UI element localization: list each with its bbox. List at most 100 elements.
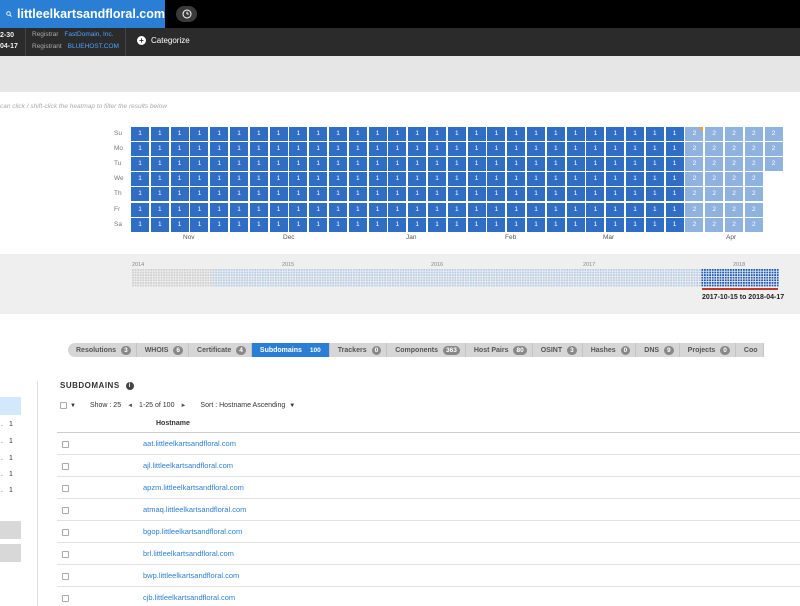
heatmap-cell[interactable]: 1 — [309, 217, 328, 232]
timeline-chart[interactable] — [0, 254, 800, 314]
heatmap-cell[interactable]: 1 — [507, 127, 526, 141]
heatmap-cell[interactable]: 1 — [546, 142, 565, 157]
heatmap-cell[interactable]: 1 — [645, 157, 664, 172]
heatmap-cell[interactable]: 2 — [685, 172, 704, 187]
heatmap-cell[interactable]: 1 — [447, 187, 466, 202]
heatmap-cell[interactable]: 1 — [170, 202, 189, 217]
heatmap-cell[interactable]: 1 — [527, 142, 545, 157]
heatmap-cell[interactable]: 2 — [705, 187, 724, 202]
heatmap-cell[interactable]: 1 — [210, 157, 229, 172]
heatmap-cell[interactable]: 1 — [329, 187, 347, 202]
heatmap-cell[interactable]: 1 — [230, 157, 248, 172]
heatmap-cell[interactable]: 1 — [626, 202, 644, 217]
heatmap-cell[interactable]: 1 — [507, 187, 526, 202]
heatmap-cell[interactable]: 1 — [388, 187, 407, 202]
heatmap-cell[interactable]: 1 — [527, 157, 545, 172]
heatmap-cell[interactable]: 2 — [725, 202, 743, 217]
heatmap-cell[interactable]: 1 — [626, 217, 644, 232]
heatmap-cell[interactable]: 1 — [487, 202, 506, 217]
tab-projects[interactable]: Projects 0 — [679, 343, 736, 357]
heatmap-cell[interactable]: 1 — [131, 187, 149, 202]
heatmap-cell[interactable]: 1 — [566, 127, 585, 141]
heatmap-cell[interactable]: 1 — [428, 157, 446, 172]
heatmap-cell[interactable]: 1 — [447, 127, 466, 141]
heatmap-cell[interactable]: 1 — [269, 127, 288, 141]
heatmap-cell[interactable]: 1 — [428, 187, 446, 202]
sidebar-button[interactable] — [0, 544, 21, 562]
hostname-link[interactable]: ajl.littleelkartsandfloral.com — [143, 461, 233, 470]
heatmap-cell[interactable]: 1 — [230, 142, 248, 157]
heatmap-cell[interactable]: 1 — [269, 142, 288, 157]
heatmap-cell[interactable]: 1 — [447, 157, 466, 172]
heatmap-cell[interactable]: 1 — [269, 172, 288, 187]
heatmap-cell[interactable]: 1 — [428, 172, 446, 187]
heatmap-cell[interactable]: 1 — [665, 157, 684, 172]
heatmap-cell[interactable]: 1 — [487, 157, 506, 172]
heatmap-cell[interactable]: 1 — [428, 217, 446, 232]
heatmap-cell[interactable]: 1 — [170, 187, 189, 202]
next-page-icon[interactable]: ► — [180, 403, 186, 409]
heatmap-cell[interactable]: 2 — [744, 157, 763, 172]
heatmap-cell[interactable]: 2 — [725, 127, 743, 141]
row-checkbox[interactable] — [62, 529, 69, 536]
heatmap-cell[interactable]: 1 — [527, 187, 545, 202]
heatmap-cell[interactable]: 1 — [606, 217, 625, 232]
heatmap-cell[interactable]: 1 — [150, 142, 169, 157]
heatmap-cell[interactable]: 1 — [467, 127, 486, 141]
heatmap-cell[interactable]: 2 — [705, 217, 724, 232]
page-size-select[interactable]: Show : 25 — [90, 402, 121, 409]
heatmap-cell[interactable]: 1 — [368, 202, 387, 217]
select-all-checkbox[interactable] — [60, 402, 67, 409]
tab-certificate[interactable]: Certificate 4 — [189, 343, 252, 357]
heatmap-cell[interactable]: 1 — [190, 187, 209, 202]
heatmap-cell[interactable]: 1 — [388, 217, 407, 232]
heatmap-cell[interactable]: 1 — [289, 127, 308, 141]
heatmap-cell[interactable]: 1 — [428, 127, 446, 141]
heatmap-cell[interactable]: 1 — [309, 142, 328, 157]
heatmap-cell[interactable]: 1 — [289, 157, 308, 172]
hostname-column-header[interactable]: Hostname — [156, 420, 190, 427]
heatmap-cell[interactable]: 1 — [388, 127, 407, 141]
heatmap-cell[interactable]: 1 — [467, 217, 486, 232]
heatmap-cell[interactable]: 1 — [586, 187, 605, 202]
tab-osint[interactable]: OSINT 3 — [532, 343, 583, 357]
heatmap-cell[interactable]: 1 — [368, 157, 387, 172]
heatmap-cell[interactable]: 1 — [626, 127, 644, 141]
heatmap-cell[interactable]: 2 — [725, 142, 743, 157]
heatmap-cell[interactable]: 1 — [546, 217, 565, 232]
heatmap-cell[interactable]: 1 — [289, 202, 308, 217]
heatmap-cell[interactable]: 1 — [368, 172, 387, 187]
heatmap-cell[interactable]: 1 — [428, 202, 446, 217]
heatmap-cell[interactable]: 2 — [725, 172, 743, 187]
heatmap-cell[interactable]: 1 — [447, 142, 466, 157]
hostname-link[interactable]: atmaq.littleelkartsandfloral.com — [143, 505, 246, 514]
heatmap-cell[interactable]: 2 — [725, 217, 743, 232]
heatmap-cell[interactable]: 1 — [645, 187, 664, 202]
tab-dns[interactable]: DNS 9 — [636, 343, 680, 357]
heatmap-cell[interactable]: 1 — [150, 157, 169, 172]
heatmap-cell[interactable]: 1 — [131, 217, 149, 232]
tab-components[interactable]: Components 363 — [387, 343, 466, 357]
heatmap-cell[interactable]: 2 — [685, 217, 704, 232]
heatmap-cell[interactable]: 1 — [447, 202, 466, 217]
heatmap-cell[interactable]: 1 — [329, 157, 347, 172]
heatmap-cell[interactable]: 1 — [368, 142, 387, 157]
heatmap-cell[interactable]: 1 — [487, 187, 506, 202]
heatmap-cell[interactable]: 1 — [190, 217, 209, 232]
heatmap-cell[interactable]: 1 — [329, 202, 347, 217]
heatmap-cell[interactable]: 1 — [269, 187, 288, 202]
hostname-link[interactable]: aat.littleelkartsandfloral.com — [143, 439, 236, 448]
tab-cookies[interactable]: Coo — [735, 343, 764, 357]
heatmap-cell[interactable]: 1 — [467, 157, 486, 172]
heatmap-cell[interactable]: 2 — [744, 187, 763, 202]
heatmap-cell[interactable]: 1 — [210, 202, 229, 217]
heatmap-cell[interactable]: 1 — [269, 202, 288, 217]
heatmap-cell[interactable]: 1 — [210, 187, 229, 202]
heatmap-cell[interactable]: 2 — [725, 157, 743, 172]
heatmap-cell[interactable]: 1 — [368, 187, 387, 202]
heatmap-cell[interactable]: 1 — [249, 217, 268, 232]
info-icon[interactable]: i — [125, 381, 134, 390]
heatmap-cell[interactable]: 1 — [230, 217, 248, 232]
heatmap-cell[interactable]: 1 — [348, 187, 367, 202]
heatmap-cell[interactable]: 1 — [289, 172, 308, 187]
